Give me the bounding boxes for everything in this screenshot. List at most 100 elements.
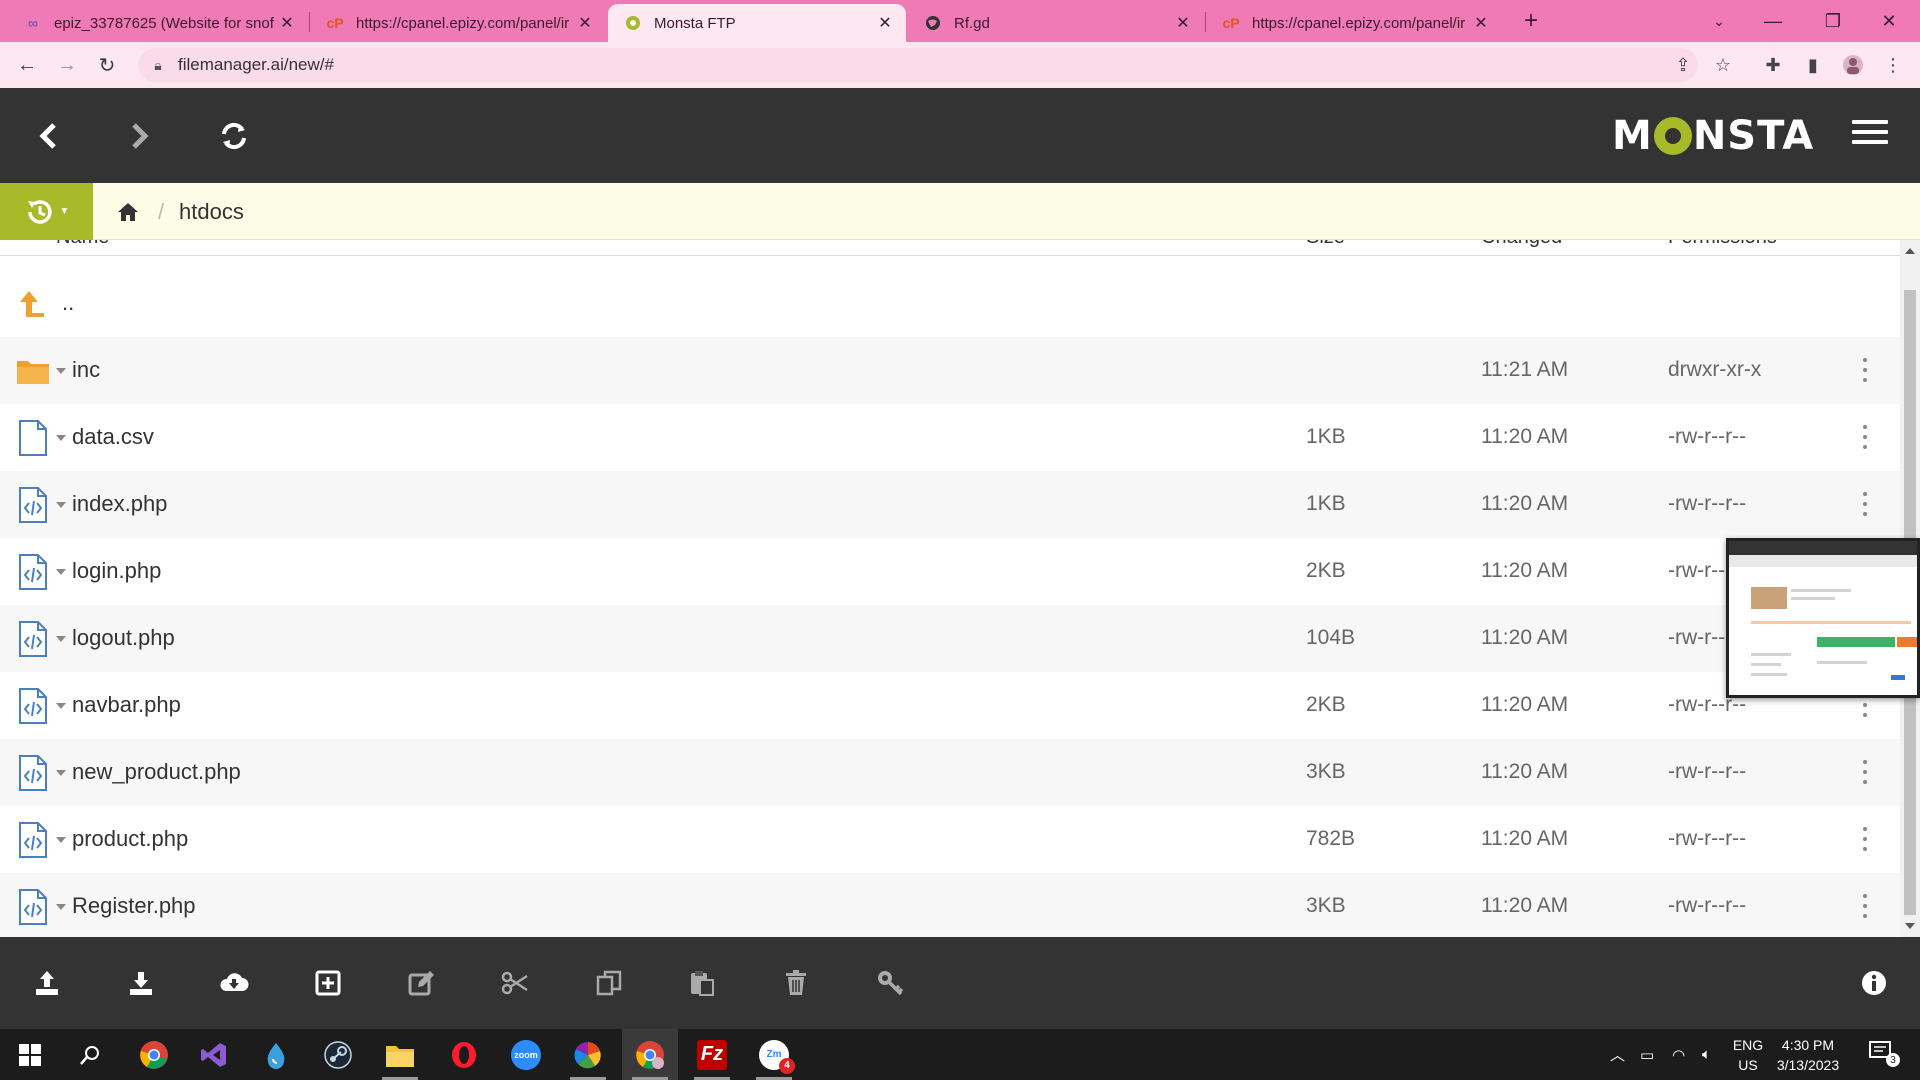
browser-menu-icon[interactable]: ⋮ — [1880, 52, 1906, 78]
file-name[interactable]: logout.php — [72, 625, 175, 651]
profile-avatar[interactable] — [1840, 52, 1866, 78]
taskbar-filezilla[interactable]: Fz — [684, 1029, 740, 1080]
copy-button[interactable] — [591, 965, 627, 1001]
file-name[interactable]: navbar.php — [72, 692, 181, 718]
taskbar-file-explorer[interactable] — [372, 1029, 428, 1080]
taskbar-zoom-chat[interactable]: Zm 4 — [746, 1029, 802, 1080]
wifi-icon[interactable]: ◠ — [1672, 1046, 1685, 1064]
home-icon[interactable] — [116, 200, 140, 224]
context-caret-icon[interactable] — [56, 435, 66, 441]
table-row[interactable]: inc 11:21 AM drwxr-xr-x — [0, 337, 1900, 404]
reload-icon[interactable]: ↻ — [92, 50, 122, 80]
info-button[interactable] — [1856, 965, 1892, 1001]
tab-cpanel[interactable]: cP https://cpanel.epizy.com/panel/ir ✕ — [310, 4, 606, 42]
volume-icon[interactable]: 🔈︎ — [1702, 1046, 1711, 1063]
taskbar-zoom[interactable]: zoom — [498, 1029, 554, 1080]
file-name[interactable]: data.csv — [72, 424, 154, 450]
table-row[interactable]: product.php 782B 11:20 AM -rw-r--r-- — [0, 806, 1900, 873]
battery-icon[interactable]: ▭ — [1640, 1046, 1654, 1064]
back-icon[interactable]: ← — [12, 50, 42, 80]
taskbar-drop-app[interactable] — [248, 1029, 304, 1080]
column-name[interactable]: Name — [56, 240, 109, 249]
file-name[interactable]: inc — [72, 357, 100, 383]
upload-button[interactable] — [29, 965, 65, 1001]
table-row[interactable]: navbar.php 2KB 11:20 AM -rw-r--r-- — [0, 672, 1900, 739]
context-caret-icon[interactable] — [56, 368, 66, 374]
bookmark-star-icon[interactable]: ☆ — [1710, 52, 1736, 78]
cut-button[interactable] — [497, 965, 533, 1001]
context-caret-icon[interactable] — [56, 904, 66, 910]
close-tab-icon[interactable]: ✕ — [574, 13, 596, 33]
context-caret-icon[interactable] — [56, 569, 66, 575]
taskbar-steam[interactable] — [310, 1029, 366, 1080]
column-changed[interactable]: Changed — [1481, 240, 1562, 249]
clock[interactable]: 4:30 PM 3/13/2023 — [1760, 1035, 1856, 1075]
column-size[interactable]: Size — [1306, 240, 1345, 249]
breadcrumb-current[interactable]: htdocs — [179, 199, 244, 225]
close-tab-icon[interactable]: ✕ — [276, 13, 298, 33]
parent-directory-row[interactable]: .. — [0, 270, 1900, 337]
address-bar[interactable]: 🔒︎ filemanager.ai/new/# — [138, 48, 1698, 82]
permissions-button[interactable] — [872, 965, 908, 1001]
taskbar-pinwheel-app[interactable] — [560, 1029, 616, 1080]
side-panel-icon[interactable]: ▮ — [1800, 52, 1826, 78]
row-menu-icon[interactable] — [1860, 760, 1870, 784]
nav-forward-button[interactable] — [120, 116, 160, 156]
fetch-url-button[interactable] — [216, 965, 252, 1001]
share-icon[interactable]: ⇪ — [1670, 52, 1696, 78]
history-button[interactable]: ▼ — [0, 183, 93, 240]
download-button[interactable] — [123, 965, 159, 1001]
table-row[interactable]: login.php 2KB 11:20 AM -rw-r--r-- — [0, 538, 1900, 605]
taskbar-chrome[interactable] — [126, 1029, 182, 1080]
file-name[interactable]: login.php — [72, 558, 161, 584]
file-name[interactable]: index.php — [72, 491, 167, 517]
restore-icon[interactable]: ❐ — [1810, 0, 1856, 42]
column-permissions[interactable]: Permissions — [1668, 240, 1777, 249]
refresh-button[interactable] — [214, 116, 254, 156]
table-row[interactable]: index.php 1KB 11:20 AM -rw-r--r-- — [0, 471, 1900, 538]
context-caret-icon[interactable] — [56, 703, 66, 709]
context-caret-icon[interactable] — [56, 770, 66, 776]
row-menu-icon[interactable] — [1860, 358, 1870, 382]
table-row[interactable]: logout.php 104B 11:20 AM -rw-r--r-- — [0, 605, 1900, 672]
start-button[interactable] — [2, 1029, 58, 1080]
forward-icon[interactable]: → — [52, 50, 82, 80]
file-name[interactable]: Register.php — [72, 893, 196, 919]
taskbar-chrome-active[interactable] — [622, 1029, 678, 1080]
file-name[interactable]: new_product.php — [72, 759, 241, 785]
edit-button[interactable] — [403, 965, 439, 1001]
context-caret-icon[interactable] — [56, 636, 66, 642]
file-name[interactable]: .. — [62, 290, 74, 316]
delete-button[interactable] — [778, 965, 814, 1001]
context-caret-icon[interactable] — [56, 837, 66, 843]
table-row[interactable]: new_product.php 3KB 11:20 AM -rw-r--r-- — [0, 739, 1900, 806]
tab-epiz[interactable]: ∞ epiz_33787625 (Website for snof ✕ — [8, 4, 308, 42]
taskbar-visual-studio[interactable] — [186, 1029, 242, 1080]
row-menu-icon[interactable] — [1860, 827, 1870, 851]
show-hidden-icons-icon[interactable]: ︿ — [1610, 1044, 1625, 1065]
tab-monsta-ftp[interactable]: Monsta FTP ✕ — [608, 4, 906, 42]
taskbar-search[interactable] — [62, 1029, 118, 1080]
extensions-icon[interactable]: ✚ — [1760, 52, 1786, 78]
new-item-button[interactable] — [310, 965, 346, 1001]
tab-rfgd[interactable]: Rf.gd ✕ — [908, 4, 1204, 42]
new-tab-button[interactable]: + — [1508, 0, 1554, 42]
nav-back-button[interactable] — [28, 116, 68, 156]
tab-search-icon[interactable]: ⌄ — [1696, 0, 1742, 42]
taskbar-opera[interactable] — [436, 1029, 492, 1080]
close-tab-icon[interactable]: ✕ — [874, 13, 896, 33]
scroll-down-icon[interactable] — [1905, 923, 1915, 929]
row-menu-icon[interactable] — [1860, 894, 1870, 918]
context-caret-icon[interactable] — [56, 502, 66, 508]
minimize-icon[interactable]: — — [1750, 0, 1796, 42]
paste-button[interactable] — [684, 965, 720, 1001]
screenshot-thumbnail[interactable] — [1726, 538, 1920, 698]
table-row[interactable]: Register.php 3KB 11:20 AM -rw-r--r-- — [0, 873, 1900, 937]
file-name[interactable]: product.php — [72, 826, 188, 852]
close-tab-icon[interactable]: ✕ — [1470, 13, 1492, 33]
tab-cpanel-2[interactable]: cP https://cpanel.epizy.com/panel/ir ✕ — [1206, 4, 1502, 42]
lock-icon[interactable]: 🔒︎ — [138, 57, 178, 74]
hamburger-menu-icon[interactable] — [1852, 120, 1888, 152]
close-window-icon[interactable]: ✕ — [1866, 0, 1912, 42]
scroll-up-icon[interactable] — [1905, 248, 1915, 254]
